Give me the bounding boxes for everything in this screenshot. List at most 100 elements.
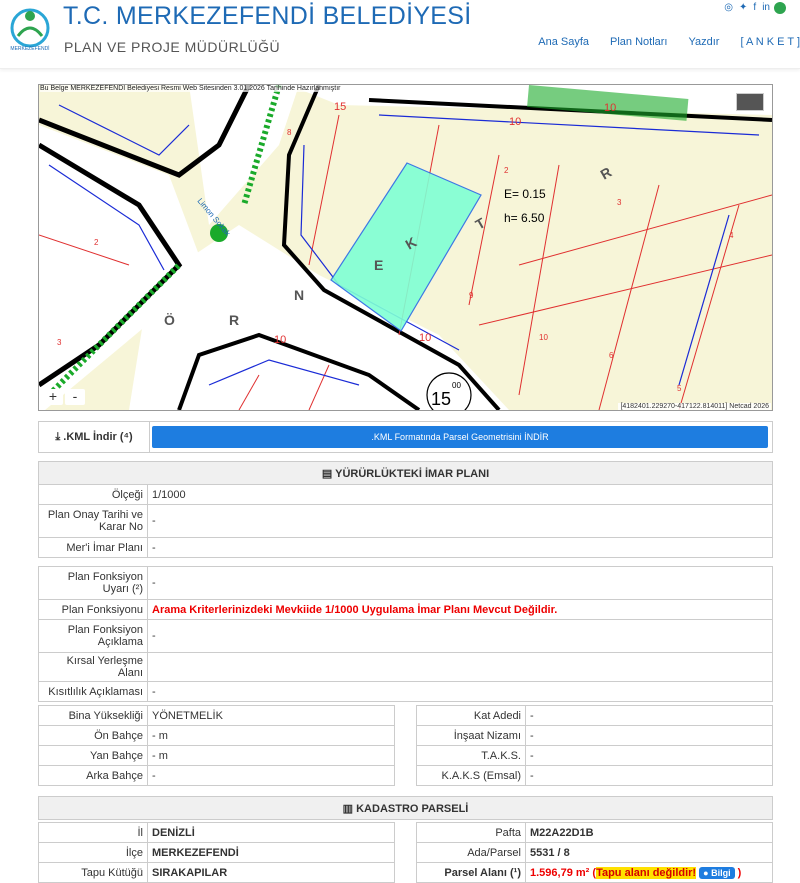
row-label: Yan Bahçe — [38, 745, 148, 766]
svg-text:10: 10 — [509, 116, 521, 128]
kml-download-button[interactable]: .KML Formatında Parsel Geometrisini İNDİ… — [152, 426, 768, 448]
svg-text:2: 2 — [504, 166, 509, 175]
map-canvas[interactable]: 2 3 4 9 10 6 5 2 3 8 10 10 10 10 15 E= 0.15 h= 6.… — [39, 85, 772, 410]
row-value: Arama Kriterlerinizdeki Mevkiide 1/1000 … — [147, 599, 773, 620]
facebook-icon[interactable]: f — [753, 2, 756, 13]
row-label: Ön Bahçe — [38, 725, 148, 746]
row-label: Kat Adedi — [416, 705, 526, 726]
row-value: - — [147, 537, 773, 558]
svg-text:4: 4 — [729, 231, 734, 240]
svg-text:MERKEZEFENDİ: MERKEZEFENDİ — [10, 45, 49, 52]
row-label: İlçe — [38, 842, 148, 863]
nav-home[interactable]: Ana Sayfa — [538, 36, 589, 48]
svg-text:9: 9 — [469, 291, 474, 300]
map-note: Bu Belge MERKEZEFENDİ Belediyesi Resmi W… — [40, 85, 341, 92]
row-value: - — [525, 745, 773, 766]
zoom-in-button[interactable]: + — [43, 389, 63, 405]
row-label: K.A.K.S (Emsal) — [416, 765, 526, 786]
row-value: - — [147, 504, 773, 538]
twitter-icon[interactable]: ✦ — [739, 2, 747, 13]
row-label: İl — [38, 822, 148, 843]
grid-icon: ▥ — [342, 802, 354, 815]
row-value: - — [525, 725, 773, 746]
nav-plan-notes[interactable]: Plan Notları — [610, 36, 667, 48]
social-links: ◎ ✦ f in — [724, 2, 770, 13]
org-title: T.C. MERKEZEFENDİ BELEDİYESİ — [63, 2, 472, 30]
row-value: YÖNETMELİK — [147, 705, 395, 726]
cadastre-heading-table: ▥ KADASTRO PARSELİ — [38, 796, 773, 820]
map-road-number: 15 — [431, 389, 451, 409]
map-label-h: h= 6.50 — [504, 211, 545, 225]
nav-print[interactable]: Yazdır — [689, 36, 720, 48]
svg-text:15: 15 — [334, 101, 346, 113]
row-value: - m — [147, 725, 395, 746]
row-value: SIRAKAPILAR — [147, 862, 395, 883]
svg-text:N: N — [294, 287, 304, 303]
area-warning: Tapu alanı değildir! — [596, 866, 697, 879]
cadastre-table-left: İl DENİZLİ İlçe MERKEZEFENDİ Tapu Kütüğü SI… — [38, 822, 395, 883]
municipality-logo[interactable]: MERKEZEFENDİ — [4, 6, 56, 54]
svg-text:R: R — [229, 312, 239, 328]
info-button[interactable]: ● Bilgi — [699, 866, 735, 879]
svg-text:5: 5 — [677, 384, 682, 393]
row-label: Plan Fonksiyon Uyarı (²) — [38, 566, 148, 600]
svg-text:10: 10 — [274, 334, 286, 346]
svg-text:8: 8 — [287, 128, 292, 137]
svg-text:6: 6 — [609, 351, 614, 360]
row-value: - — [147, 619, 773, 653]
row-value: - — [147, 566, 773, 600]
map-overview-button[interactable] — [736, 93, 764, 111]
row-label: Mer'i İmar Planı — [38, 537, 148, 558]
row-label: Arka Bahçe — [38, 765, 148, 786]
svg-text:E: E — [374, 257, 383, 273]
row-value: 1/1000 — [147, 484, 773, 505]
row-value: M22A22D1B — [525, 822, 773, 843]
svg-text:10: 10 — [419, 332, 431, 344]
list-icon: ▤ — [321, 467, 333, 480]
row-value: 5531 / 8 — [525, 842, 773, 863]
info-icon: ● — [703, 867, 709, 878]
row-value: - — [525, 765, 773, 786]
nav-survey[interactable]: [ A N K E T ] — [740, 36, 800, 48]
row-value: - — [525, 705, 773, 726]
cadastre-heading: ▥ KADASTRO PARSELİ — [38, 796, 773, 820]
row-label: İnşaat Nizamı — [416, 725, 526, 746]
svg-text:2: 2 — [94, 238, 99, 247]
row-label: Tapu Kütüğü — [38, 862, 148, 883]
parcel-area-value: 1.596,79 m² (Tapu alanı değildir! ● Bilg… — [525, 862, 773, 883]
row-label: Plan Onay Tarihi ve Karar No — [38, 504, 148, 538]
cadastre-table-right: Pafta M22A22D1B Ada/Parsel 5531 / 8 Parsel… — [416, 822, 773, 883]
kml-label: ⤓ .KML İndir (⁴) — [39, 422, 150, 452]
svg-text:10: 10 — [604, 102, 616, 114]
parcel-map[interactable]: 2 3 4 9 10 6 5 2 3 8 10 10 10 10 15 E= 0.15 h= 6.… — [38, 84, 773, 411]
row-label: Ada/Parsel — [416, 842, 526, 863]
org-subtitle: PLAN VE PROJE MÜDÜRLÜĞÜ — [64, 39, 281, 55]
zoning-plan-heading: ▤ YÜRÜRLÜKTEKİ İMAR PLANI — [38, 461, 773, 485]
row-value: MERKEZEFENDİ — [147, 842, 395, 863]
row-value: - m — [147, 745, 395, 766]
download-icon[interactable] — [774, 2, 786, 14]
zoning-plan-table: ▤ YÜRÜRLÜKTEKİ İMAR PLANI Ölçeği 1/1000 P… — [38, 461, 773, 558]
instagram-icon[interactable]: ◎ — [724, 2, 733, 13]
linkedin-icon[interactable]: in — [762, 2, 770, 13]
row-value: - — [147, 765, 395, 786]
kml-row: ⤓ .KML İndir (⁴) .KML Formatında Parsel … — [38, 421, 773, 453]
row-label: Ölçeği — [38, 484, 148, 505]
row-value: DENİZLİ — [147, 822, 395, 843]
row-label: Pafta — [416, 822, 526, 843]
row-label: Plan Fonksiyonu — [38, 599, 148, 620]
building-table-right: Kat Adedi - İnşaat Nizamı - T.A.K.S. - K.A.… — [416, 705, 773, 786]
svg-text:3: 3 — [57, 338, 62, 347]
row-label: Parsel Alanı (¹) — [416, 862, 526, 883]
svg-text:3: 3 — [617, 198, 622, 207]
map-zoom-controls: + - — [43, 389, 85, 405]
plan-function-table: Plan Fonksiyon Uyarı (²) - Plan Fonksiyon… — [38, 566, 773, 702]
top-nav: Ana Sayfa Plan Notları Yazdır [ A N K E … — [538, 36, 800, 48]
row-value: - — [147, 681, 773, 702]
svg-text:10: 10 — [539, 333, 548, 342]
building-table-left: Bina Yüksekliği YÖNETMELİK Ön Bahçe - m Ya… — [38, 705, 395, 786]
row-label: Bina Yüksekliği — [38, 705, 148, 726]
zoom-out-button[interactable]: - — [65, 389, 85, 405]
row-value — [147, 652, 773, 682]
download-icon: ⤓ — [55, 431, 61, 443]
